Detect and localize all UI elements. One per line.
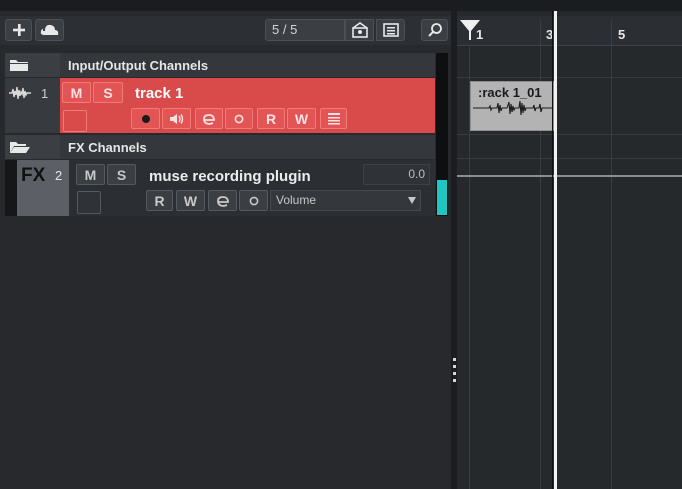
solo-button-track-2[interactable]: S	[107, 164, 136, 185]
folder-title-io: Input/Output Channels	[68, 58, 209, 73]
automation-line[interactable]	[457, 175, 682, 177]
track-2-color-select[interactable]	[77, 191, 101, 214]
folder-title-fx: FX Channels	[68, 140, 147, 155]
waveform-icon	[9, 86, 31, 100]
automation-parameter-value: Volume	[276, 193, 317, 207]
folder-icon[interactable]	[9, 58, 29, 72]
folder-cell-fx	[5, 135, 60, 159]
visibility-agent-button[interactable]	[345, 19, 374, 41]
track-number-2: 2	[55, 168, 63, 183]
read-automation-button-track-1[interactable]: R	[257, 108, 285, 129]
project-cursor[interactable]	[554, 11, 557, 489]
volume-value-field-track-2[interactable]: 0.0	[363, 164, 430, 185]
visibility-agent-icon	[351, 22, 369, 38]
fx-type-label: FX	[21, 165, 46, 186]
chevron-down-icon	[408, 197, 416, 204]
grid-line	[457, 134, 682, 135]
grid-line	[457, 158, 682, 159]
mute-button-track-2[interactable]: M	[76, 164, 105, 185]
ring-icon	[233, 113, 245, 125]
track-1-color-select[interactable]	[63, 110, 87, 132]
edit-channel-settings-button-track-1[interactable]	[195, 108, 223, 129]
speaker-icon	[169, 113, 185, 125]
track-count-display: 5 / 5	[265, 19, 345, 41]
write-automation-button-track-1[interactable]: W	[287, 108, 316, 129]
track-2-color-stripe	[5, 160, 17, 216]
waveform-icon	[473, 99, 553, 117]
record-enable-button-track-1[interactable]	[131, 108, 160, 129]
ring-icon	[248, 195, 260, 207]
edit-channel-settings-button-track-2[interactable]	[208, 190, 237, 211]
left-locator-marker-icon[interactable]	[460, 20, 480, 40]
edit-channel-icon	[202, 113, 216, 125]
audio-event-title: :rack 1_01	[478, 85, 542, 100]
grid-line	[611, 20, 612, 489]
grid-line	[457, 77, 682, 78]
plus-icon	[12, 23, 26, 37]
solo-button-track-1[interactable]: S	[93, 82, 123, 103]
lanes-button-track-1[interactable]	[320, 108, 347, 129]
track-number-1: 1	[41, 86, 49, 101]
list-icon	[382, 23, 399, 37]
track-list-menu-button[interactable]	[376, 19, 405, 41]
edit-channel-icon	[216, 195, 230, 207]
track-name-1[interactable]: track 1	[135, 85, 183, 102]
search-icon	[427, 22, 443, 38]
timeline-ruler[interactable]	[457, 16, 682, 46]
cloud-plus-icon	[40, 23, 60, 37]
window-top-strip	[0, 0, 682, 11]
instrument-button-track-2[interactable]	[239, 190, 268, 211]
track-name-2[interactable]: muse recording plugin	[149, 168, 311, 185]
project-cursor-shadow	[552, 11, 553, 489]
level-meter-fill	[437, 180, 447, 215]
add-track-from-cloud-button[interactable]	[35, 19, 64, 41]
folder-cell-io	[5, 53, 60, 77]
ruler-bar-label: 5	[618, 27, 626, 42]
track-count-text: 5 / 5	[272, 22, 298, 37]
monitor-button-track-1[interactable]	[162, 108, 191, 129]
search-button[interactable]	[421, 19, 448, 41]
lanes-icon	[327, 112, 341, 125]
automation-parameter-select-track-2[interactable]: Volume	[270, 190, 421, 211]
mute-button-track-1[interactable]: M	[62, 82, 91, 103]
write-automation-button-track-2[interactable]: W	[176, 190, 205, 211]
add-track-button[interactable]	[5, 19, 32, 41]
instrument-button-track-1[interactable]	[225, 108, 253, 129]
folder-open-icon[interactable]	[9, 140, 31, 154]
record-icon	[141, 114, 151, 124]
audio-event[interactable]: :rack 1_01	[470, 81, 554, 131]
read-automation-button-track-2[interactable]: R	[146, 190, 173, 211]
